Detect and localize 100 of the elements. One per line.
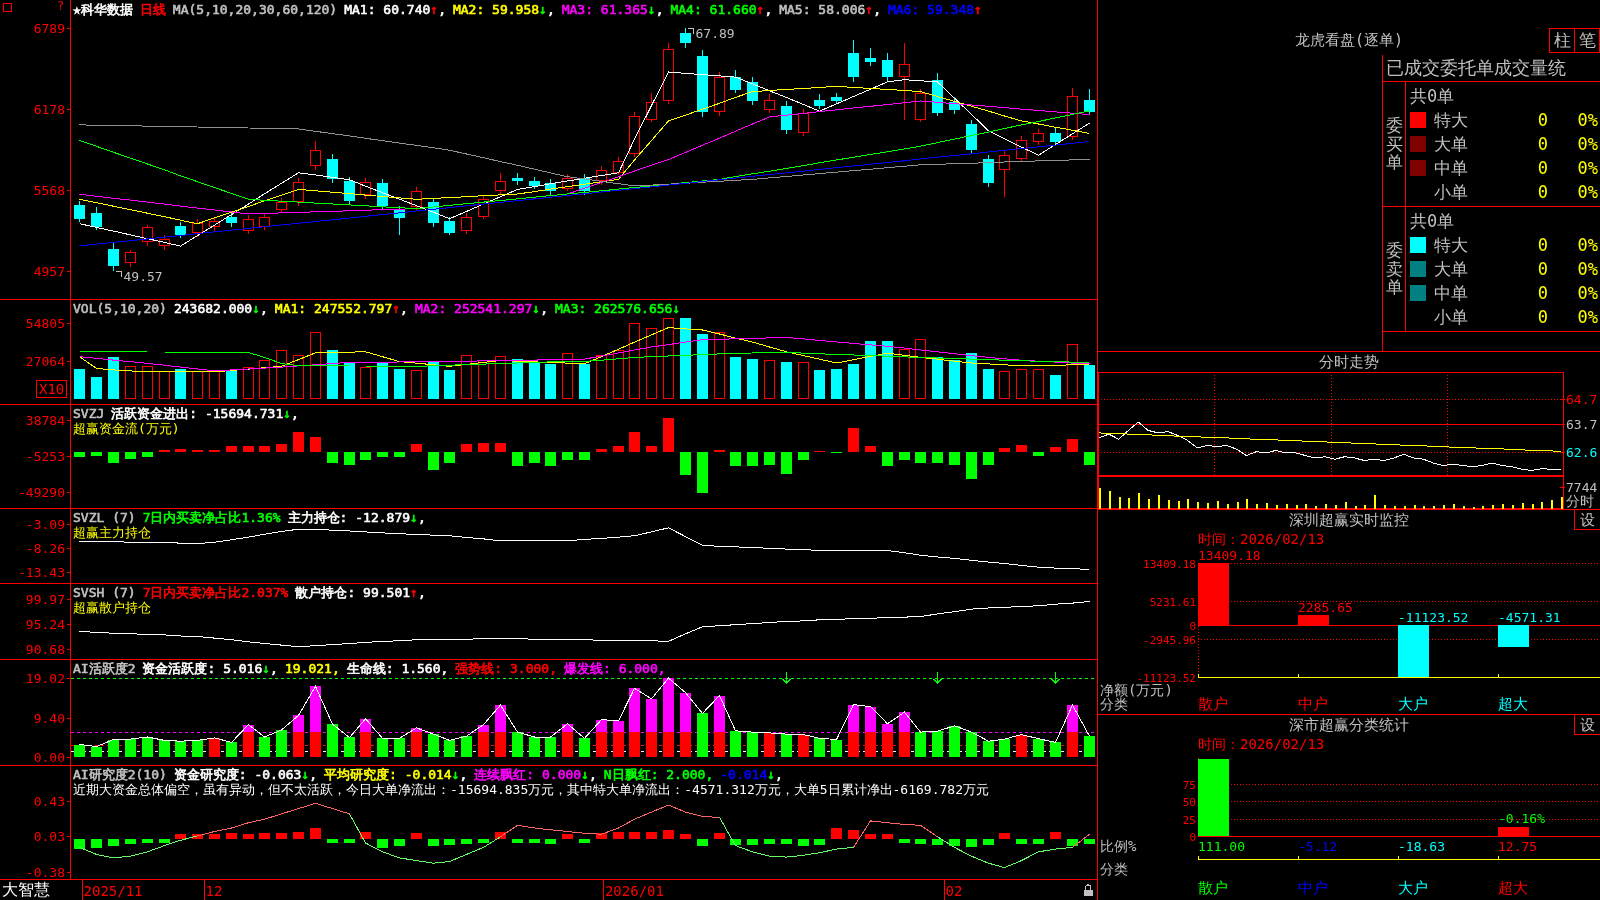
legend-label: 资金研究度: -0.063↓, — [173, 767, 318, 782]
order-size-label: 小单 — [1434, 182, 1468, 202]
legend-label: MA4: 61.660↑, — [670, 2, 773, 17]
axis-label: -3.09 — [25, 517, 65, 532]
axis-label: 0 — [1189, 619, 1196, 633]
order-count: 0 — [1537, 307, 1548, 327]
legend-label: 平均研究度: -0.014↓, — [324, 767, 468, 782]
axis-title: 分类 — [1100, 696, 1128, 712]
axis-label: -8.26 — [25, 541, 65, 556]
axis-title: 分时 — [1566, 493, 1594, 509]
legend-label: -0.014↓, — [720, 767, 783, 782]
category-label: 散户 — [1198, 695, 1228, 713]
value-label: -5.12 — [1298, 839, 1338, 854]
legend-label: N日飘红: 2.000, — [603, 767, 714, 782]
legend-label: MA5: 58.006↑, — [779, 2, 881, 17]
order-size-label: 特大 — [1434, 235, 1468, 255]
axis-label: 19.02 — [25, 671, 65, 686]
category-label: 大户 — [1398, 879, 1428, 897]
percent-annotation: -0.16% — [1498, 811, 1545, 827]
order-count: 0 — [1537, 259, 1548, 279]
axis-label: 75 — [1182, 778, 1196, 792]
axis-label: 5231.61 — [1149, 595, 1196, 609]
chart-caption: 超赢主力持仓 — [73, 525, 151, 540]
category-label: 散户 — [1198, 879, 1228, 897]
order-size-label: 小单 — [1434, 307, 1468, 327]
order-size-label: 大单 — [1434, 259, 1468, 279]
axis-label: 0.03 — [33, 829, 65, 844]
order-share: 0% — [1577, 283, 1598, 303]
axis-label: 13409.18 — [1143, 557, 1196, 571]
order-share: 0% — [1577, 158, 1598, 178]
legend-label: 生命线: 1.560, — [346, 661, 449, 676]
panel-title: 深市超赢分类统计 — [1289, 716, 1409, 734]
value-label: -11123.52 — [1398, 610, 1469, 626]
order-count: 0 — [1537, 283, 1548, 303]
order-share: 0% — [1577, 182, 1598, 202]
order-size-label: 大单 — [1434, 134, 1468, 154]
order-count: 0 — [1537, 110, 1548, 130]
axis-label: 5568 — [33, 183, 65, 198]
order-count: 0 — [1537, 134, 1548, 154]
order-share: 0% — [1577, 235, 1598, 255]
order-share: 0% — [1577, 259, 1598, 279]
order-size-label: 中单 — [1434, 283, 1468, 303]
legend-label: MA3: 61.365↓, — [561, 2, 664, 17]
axis-label: 4957 — [33, 264, 65, 279]
legend-label: AI研究度2(10) — [73, 767, 167, 782]
legend-label: SVZL (7) — [73, 510, 136, 525]
axis-label: 38784 — [25, 413, 65, 428]
value-label: 13409.18 — [1198, 548, 1261, 563]
app-name: 大智慧 — [2, 880, 50, 900]
legend-label: 爆发线: 6.000, — [564, 661, 666, 676]
legend-label: 资金活跃度: 5.016↓, — [142, 661, 278, 676]
legend-label: MA2: 252541.297↓, — [414, 301, 548, 316]
order-share: 0% — [1577, 110, 1598, 130]
legend-label: 7日内买卖净占比2.037% — [142, 585, 289, 600]
legend-label: MA3: 262576.656↓ — [555, 301, 681, 316]
legend-label: 日线 — [139, 2, 166, 17]
legend-label: MA2: 59.958↓, — [452, 2, 555, 17]
axis-label: 02 — [945, 883, 963, 899]
total-count: 共0单 — [1410, 210, 1455, 233]
legend-label: MA1: 60.740↑, — [344, 2, 446, 17]
chart-caption: 超赢散户持仓 — [73, 600, 151, 615]
axis-label: -13.43 — [18, 565, 65, 580]
axis-label: 25 — [1182, 813, 1196, 827]
category-label: 大户 — [1398, 695, 1428, 713]
category-label: 超大 — [1498, 879, 1528, 897]
panel-title: 深圳超赢实时监控 — [1289, 511, 1409, 529]
axis-label: 6178 — [33, 102, 65, 117]
axis-label: 2025/11 — [83, 883, 143, 899]
legend-label: 243682.000↓, — [173, 301, 268, 316]
timestamp: 时间：2026/02/13 — [1198, 530, 1325, 547]
axis-label: 99.97 — [25, 592, 65, 607]
annotation: 49.57 — [123, 269, 163, 285]
axis-label: 27064 — [25, 354, 65, 369]
legend-label: 连续飘红: 0.000↓, — [474, 767, 597, 782]
axis-label: 6789 — [33, 21, 65, 36]
summary-text: 近期大资金总体偏空，虽有异动，但不太活跃，今日大单净流出：-15694.835万元，其中特大单净流出：-4571.312万元，大单5日累计净出-6169.782万元 — [73, 782, 989, 797]
value-label: -4571.31 — [1498, 610, 1561, 626]
timestamp: 时间：2026/02/13 — [1198, 735, 1325, 752]
price-annotation: 67.89 — [687, 26, 735, 42]
legend-label: 散户持仓: 99.501↑, — [295, 585, 426, 600]
axis-title: 分类 — [1100, 861, 1128, 877]
scale-label: X10 — [36, 380, 68, 398]
legend-label: 主力持仓: -12.879↓, — [287, 510, 426, 525]
axis-label: 62.6 — [1566, 445, 1598, 460]
axis-label: -2945.96 — [1143, 633, 1196, 647]
order-count: 0 — [1537, 158, 1548, 178]
legend-label: SVZJ — [73, 406, 105, 421]
axis-label: 7744 — [1566, 480, 1598, 495]
axis-label: -49290 — [18, 485, 65, 500]
legend-label: SVSH (7) — [73, 585, 136, 600]
axis-label: -0.38 — [25, 865, 65, 879]
axis-label: -5253 — [25, 449, 65, 464]
category-label: 超大 — [1498, 695, 1528, 713]
axis-label: 64.7 — [1566, 392, 1598, 407]
annotation: 67.89 — [695, 26, 735, 42]
order-count: 0 — [1537, 235, 1548, 255]
legend-label: AI活跃度2 — [73, 661, 136, 676]
axis-title: 比例% — [1100, 838, 1137, 854]
order-share: 0% — [1577, 134, 1598, 154]
axis-label: 95.24 — [25, 617, 65, 632]
